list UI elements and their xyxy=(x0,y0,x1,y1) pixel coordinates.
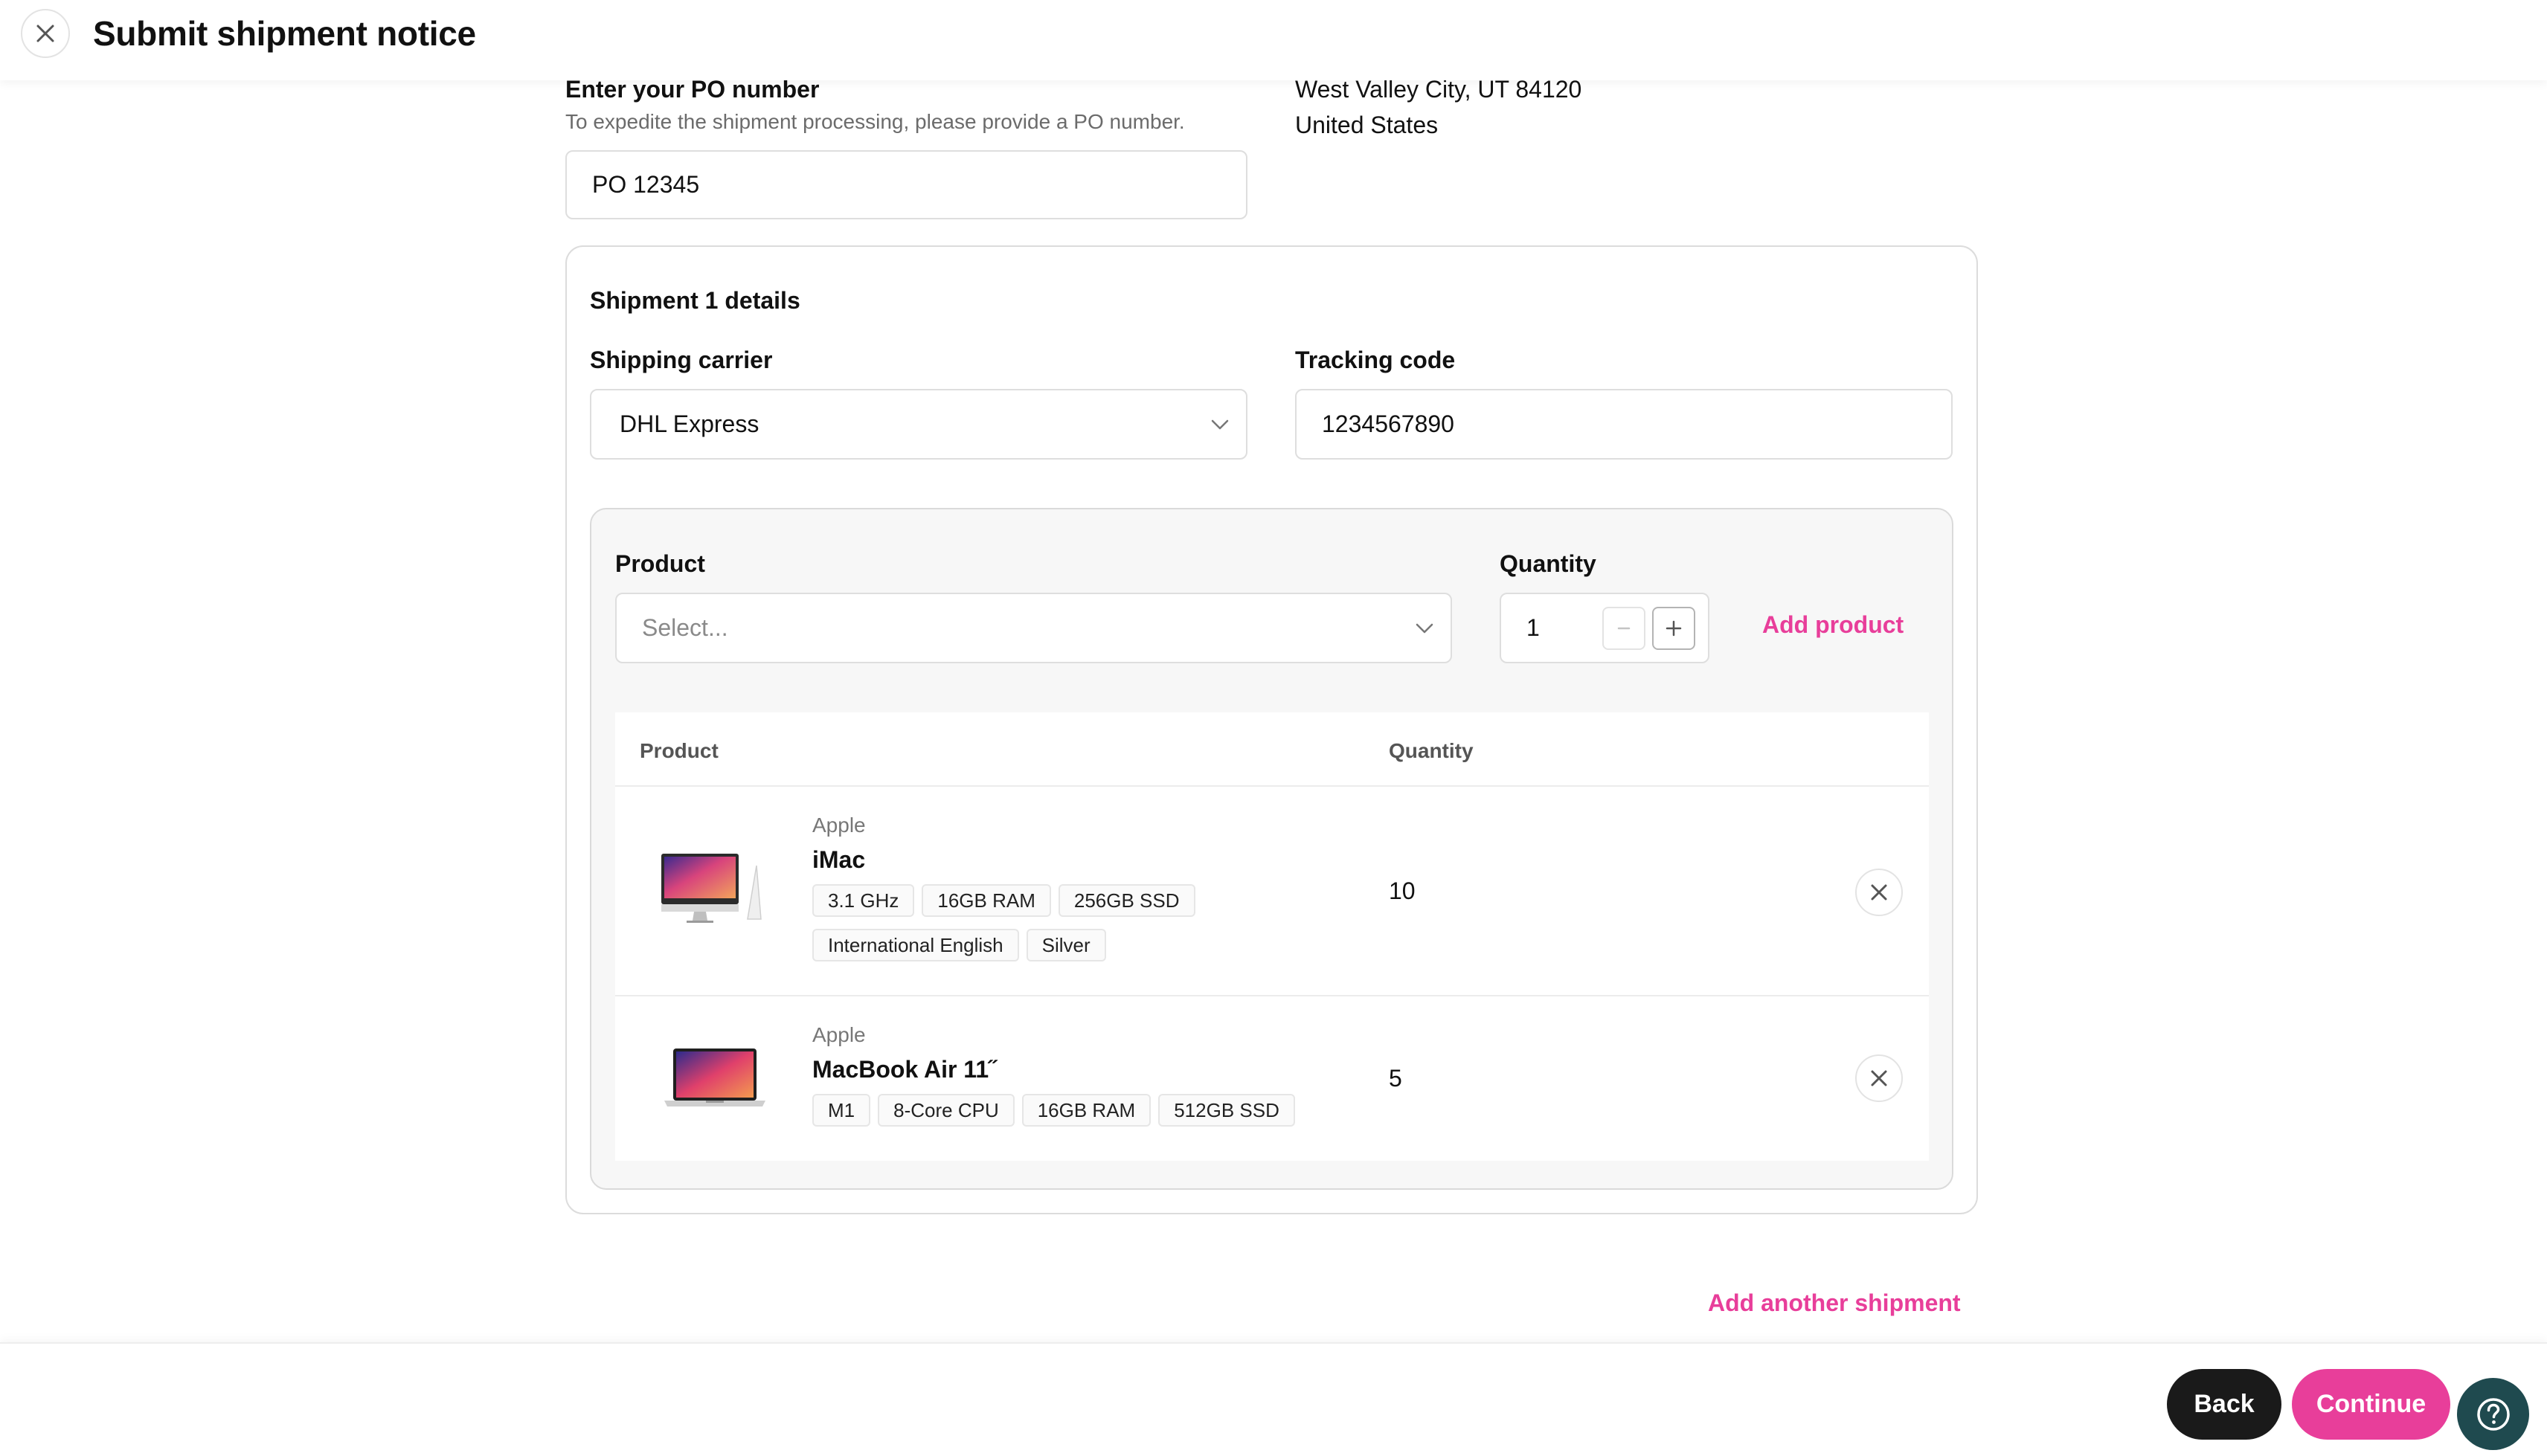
product-tags: International English Silver xyxy=(812,929,1106,961)
decrement-button[interactable] xyxy=(1602,607,1645,650)
close-button[interactable] xyxy=(21,9,70,58)
plus-icon xyxy=(1666,620,1682,637)
page: Submit shipment notice Enter your PO num… xyxy=(0,0,2547,1456)
tracking-code-label: Tracking code xyxy=(1295,347,1456,373)
add-product-button[interactable]: Add product xyxy=(1762,611,1904,639)
quantity-input[interactable] xyxy=(1526,594,1571,662)
product-label: Product xyxy=(615,550,705,577)
quantity-label: Quantity xyxy=(1500,550,1596,577)
tracking-code-input[interactable] xyxy=(1295,389,1953,460)
product-tag: M1 xyxy=(812,1094,871,1127)
product-name: iMac xyxy=(812,846,866,873)
close-icon xyxy=(1871,1070,1887,1086)
product-tag: 512GB SSD xyxy=(1158,1094,1295,1127)
shipment-title: Shipment 1 details xyxy=(590,287,800,314)
product-name: MacBook Air 11˝ xyxy=(812,1056,997,1083)
table-row: Apple MacBook Air 11˝ M1 8-Core CPU 16GB… xyxy=(615,996,1929,1161)
remove-product-button[interactable] xyxy=(1855,869,1903,916)
quantity-stepper xyxy=(1500,593,1709,663)
po-number-input[interactable] xyxy=(565,150,1247,219)
product-tags: 3.1 GHz 16GB RAM 256GB SSD xyxy=(812,884,1195,917)
table-row: Apple iMac 3.1 GHz 16GB RAM 256GB SSD In… xyxy=(615,787,1929,996)
close-icon xyxy=(1871,884,1887,901)
question-mark-icon xyxy=(2476,1397,2510,1431)
product-tag: 3.1 GHz xyxy=(812,884,915,917)
increment-button[interactable] xyxy=(1652,607,1695,650)
page-title: Submit shipment notice xyxy=(93,14,476,53)
shipping-carrier-value: DHL Express xyxy=(620,410,759,437)
remove-product-button[interactable] xyxy=(1855,1054,1903,1102)
chevron-down-icon xyxy=(1211,419,1229,429)
footer xyxy=(0,1342,2547,1456)
product-tag: Silver xyxy=(1026,929,1106,961)
product-select-placeholder: Select... xyxy=(642,614,728,641)
shipping-carrier-select[interactable]: DHL Express xyxy=(590,389,1247,460)
minus-icon xyxy=(1617,627,1631,630)
product-select[interactable]: Select... xyxy=(615,593,1452,663)
product-quantity: 5 xyxy=(1389,1065,1402,1092)
product-tag: 16GB RAM xyxy=(922,884,1051,917)
shipping-carrier-label: Shipping carrier xyxy=(590,347,773,373)
product-tag: 256GB SSD xyxy=(1058,884,1195,917)
help-button[interactable] xyxy=(2457,1378,2529,1450)
product-tag: 8-Core CPU xyxy=(878,1094,1015,1127)
product-quantity: 10 xyxy=(1389,877,1416,904)
header: Submit shipment notice xyxy=(0,0,2547,80)
back-button[interactable]: Back xyxy=(2167,1369,2281,1440)
continue-button[interactable]: Continue xyxy=(2292,1369,2450,1440)
product-brand: Apple xyxy=(812,1023,866,1046)
add-another-shipment-button[interactable]: Add another shipment xyxy=(1708,1289,1961,1317)
imac-thumbnail xyxy=(661,854,762,923)
product-tag: 16GB RAM xyxy=(1021,1094,1152,1127)
product-tag: International English xyxy=(812,929,1019,961)
po-number-help: To expedite the shipment processing, ple… xyxy=(565,110,1185,133)
column-header-quantity: Quantity xyxy=(1389,739,1474,762)
macbook-thumbnail xyxy=(664,1048,765,1107)
product-brand: Apple xyxy=(812,814,866,837)
chevron-down-icon xyxy=(1416,623,1433,633)
address-country: United States xyxy=(1295,112,1439,138)
product-tags: M1 8-Core CPU 16GB RAM 512GB SSD xyxy=(812,1094,1295,1127)
table-header: Product Quantity xyxy=(615,712,1929,787)
close-icon xyxy=(36,25,54,42)
column-header-product: Product xyxy=(640,739,719,762)
products-table: Product Quantity Apple iMac 3.1 GHz 16GB… xyxy=(615,712,1929,1161)
